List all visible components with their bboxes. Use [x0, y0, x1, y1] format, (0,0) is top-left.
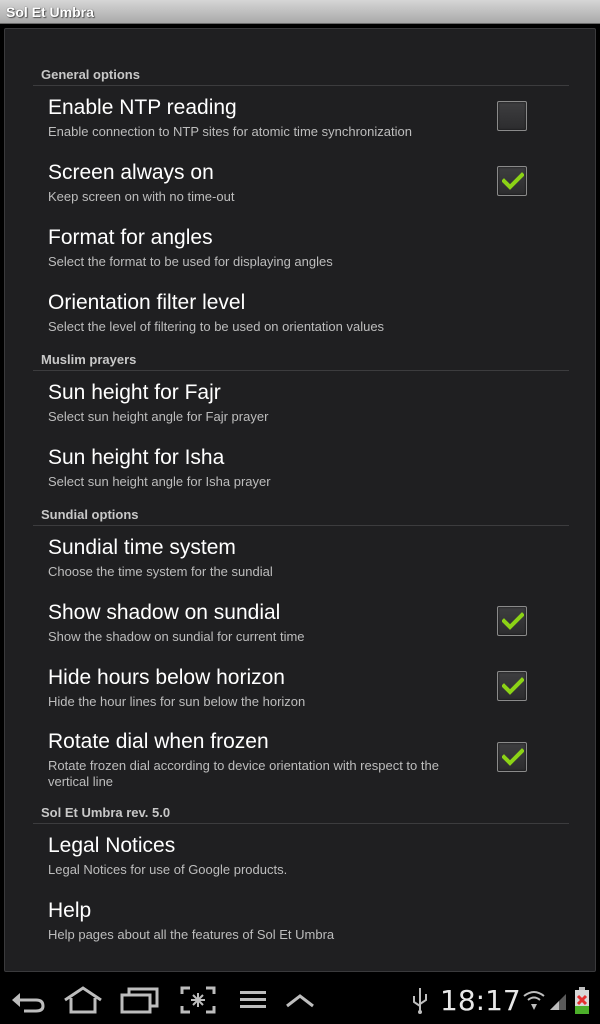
- pref-title: Show shadow on sundial: [48, 601, 281, 624]
- pref-title: Help: [48, 899, 92, 922]
- category-title: General options: [41, 67, 140, 82]
- show-shadow-checkbox[interactable]: [497, 606, 527, 636]
- pref-title: Enable NTP reading: [48, 96, 237, 119]
- pref-sun-height-isha[interactable]: Sun height for Isha Select sun height an…: [33, 446, 569, 506]
- pref-summary: Enable connection to NTP sites for atomi…: [48, 124, 412, 139]
- pref-summary: Select the level of filtering to be used…: [48, 319, 385, 334]
- pref-show-shadow-on-sundial[interactable]: Show shadow on sundial Show the shadow o…: [33, 601, 569, 661]
- signal-icon: [550, 994, 566, 1010]
- pref-summary: Keep screen on with no time-out: [48, 189, 235, 204]
- pref-title: Legal Notices: [48, 834, 176, 857]
- pref-title: Format for angles: [48, 226, 213, 249]
- wifi-icon: [523, 991, 545, 1010]
- pref-title: Screen always on: [48, 161, 214, 184]
- pref-format-for-angles[interactable]: Format for angles Select the format to b…: [33, 226, 569, 286]
- preferences-frame: General options Enable NTP reading Enabl…: [0, 24, 600, 976]
- battery-icon: [575, 987, 589, 1014]
- pref-summary: Rotate frozen dial according to device o…: [48, 758, 439, 789]
- recent-apps-icon[interactable]: [120, 986, 160, 1014]
- pref-title: Sundial time system: [48, 536, 236, 559]
- pref-sun-height-fajr[interactable]: Sun height for Fajr Select sun height an…: [33, 381, 569, 441]
- pref-title: Sun height for Isha: [48, 446, 225, 469]
- category-title: Muslim prayers: [41, 352, 137, 367]
- category-title: Sol Et Umbra rev. 5.0: [41, 805, 171, 820]
- pref-title: Rotate dial when frozen: [48, 730, 269, 753]
- category-title: Sundial options: [41, 507, 139, 522]
- checkmark-icon: [502, 172, 524, 190]
- usb-icon: [413, 988, 427, 1014]
- pref-title: Hide hours below horizon: [48, 666, 285, 689]
- pref-title: Sun height for Fajr: [48, 381, 221, 404]
- pref-legal-notices[interactable]: Legal Notices Legal Notices for use of G…: [33, 834, 569, 894]
- pref-screen-always-on[interactable]: Screen always on Keep screen on with no …: [33, 161, 569, 221]
- checkmark-icon: [502, 612, 524, 630]
- preferences-list[interactable]: General options Enable NTP reading Enabl…: [4, 28, 596, 972]
- ntp-reading-checkbox[interactable]: [497, 101, 527, 131]
- pref-title: Orientation filter level: [48, 291, 246, 314]
- checkmark-icon: [502, 677, 524, 695]
- up-arrow-icon[interactable]: [284, 986, 316, 1014]
- system-bar: 18:17: [0, 976, 600, 1024]
- pref-summary: Show the shadow on sundial for current t…: [48, 629, 305, 644]
- app-title: Sol Et Umbra: [6, 4, 94, 20]
- pref-hide-hours-below-horizon[interactable]: Hide hours below horizon Hide the hour l…: [33, 666, 569, 726]
- pref-summary: Hide the hour lines for sun below the ho…: [48, 694, 306, 709]
- status-clock: 18:17: [440, 984, 521, 1017]
- hide-hours-checkbox[interactable]: [497, 671, 527, 701]
- category-general-options: General options: [33, 61, 569, 86]
- pref-enable-ntp-reading[interactable]: Enable NTP reading Enable connection to …: [33, 96, 569, 156]
- checkmark-icon: [502, 748, 524, 766]
- app-title-bar: Sol Et Umbra: [0, 0, 600, 24]
- pref-summary: Help pages about all the features of Sol…: [48, 927, 335, 942]
- pref-rotate-dial-when-frozen[interactable]: Rotate dial when frozen Rotate frozen di…: [33, 730, 569, 800]
- category-app-revision: Sol Et Umbra rev. 5.0: [33, 799, 569, 824]
- screen-always-on-checkbox[interactable]: [497, 166, 527, 196]
- menu-icon[interactable]: [238, 986, 268, 1014]
- pref-orientation-filter-level[interactable]: Orientation filter level Select the leve…: [33, 291, 569, 351]
- pref-summary: Legal Notices for use of Google products…: [48, 862, 288, 877]
- pref-summary: Select sun height angle for Isha prayer: [48, 474, 271, 489]
- pref-summary: Select the format to be used for display…: [48, 254, 333, 269]
- pref-summary: Choose the time system for the sundial: [48, 564, 273, 579]
- pref-sundial-time-system[interactable]: Sundial time system Choose the time syst…: [33, 536, 569, 596]
- category-sundial-options: Sundial options: [33, 501, 569, 526]
- pref-summary: Select sun height angle for Fajr prayer: [48, 409, 269, 424]
- pref-help[interactable]: Help Help pages about all the features o…: [33, 899, 569, 959]
- category-muslim-prayers: Muslim prayers: [33, 346, 569, 371]
- screenshot-icon[interactable]: [180, 986, 216, 1014]
- back-icon[interactable]: [10, 986, 46, 1014]
- home-icon[interactable]: [62, 986, 104, 1014]
- rotate-dial-checkbox[interactable]: [497, 742, 527, 772]
